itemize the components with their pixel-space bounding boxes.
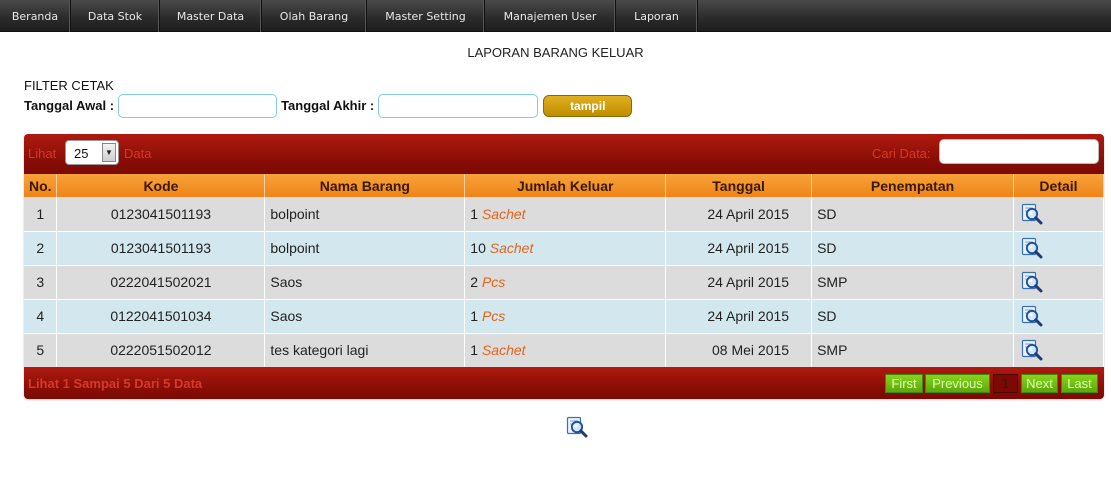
cell-kode: 0222051502012 [56, 333, 266, 368]
nav-item-master-setting[interactable]: Master Setting [367, 0, 485, 32]
cell-tanggal: 24 April 2015 [665, 231, 813, 266]
magnifier-document-icon[interactable] [1020, 305, 1043, 327]
cell-nama-barang: Saos [264, 299, 466, 334]
grid-toolbar: Lihat 25 ▼ Data Cari Data: [24, 134, 1104, 174]
record-info: Lihat 1 Sampai 5 Dari 5 Data [28, 376, 203, 391]
magnifier-document-icon[interactable] [1020, 271, 1043, 293]
qty-unit: Sachet [489, 240, 534, 256]
table-row: 3 0222041502021 Saos 2 Pcs 24 April 2015… [24, 265, 1104, 300]
cell-penempatan: SMP [811, 265, 1014, 300]
cell-nama-barang: bolpoint [264, 231, 466, 266]
column-header-detail: Detail [1013, 174, 1104, 197]
cell-tanggal: 24 April 2015 [665, 197, 813, 232]
nav-item-beranda[interactable]: Beranda [0, 0, 71, 32]
report-grid: Lihat 25 ▼ Data Cari Data: No. Kode Nama… [24, 134, 1104, 399]
cell-no: 4 [24, 299, 58, 334]
qty-value: 2 [470, 274, 479, 290]
page-size-select[interactable]: 25 ▼ [65, 140, 119, 165]
start-date-label: Tanggal Awal : [24, 98, 115, 113]
cell-kode: 0122041501034 [56, 299, 266, 334]
data-table: No. Kode Nama Barang Jumlah Keluar Tangg… [24, 174, 1104, 368]
table-row: 5 0222051502012 tes kategori lagi 1 Sach… [24, 333, 1104, 368]
cell-detail [1013, 231, 1104, 266]
magnifier-document-icon[interactable] [566, 416, 588, 438]
end-date-input[interactable] [378, 93, 539, 118]
magnifier-document-icon[interactable] [1020, 202, 1043, 225]
cell-nama-barang: tes kategori lagi [264, 333, 466, 368]
grid-footer: Lihat 1 Sampai 5 Dari 5 Data First Previ… [24, 367, 1104, 399]
table-row: 4 0122041501034 Saos 1 Pcs 24 April 2015… [24, 299, 1104, 334]
search-label: Cari Data: [872, 146, 931, 161]
cell-detail [1013, 299, 1104, 334]
qty-value: 10 [470, 240, 486, 256]
qty-value: 1 [470, 205, 479, 222]
end-date-label: Tanggal Akhir : [281, 98, 375, 113]
table-header-row: No. Kode Nama Barang Jumlah Keluar Tangg… [24, 174, 1104, 197]
qty-value: 1 [470, 308, 479, 324]
column-header-kode[interactable]: Kode [56, 174, 266, 197]
pagination-last[interactable]: Last [1061, 374, 1098, 393]
page-size-label: Lihat [28, 146, 57, 161]
table-row: 2 0123041501193 bolpoint 10 Sachet 24 Ap… [24, 231, 1104, 266]
table-row: 1 0123041501193 bolpoint 1 Sachet 24 Apr… [24, 197, 1104, 232]
qty-unit: Sachet [481, 205, 526, 222]
qty-unit: Pcs [481, 308, 506, 324]
cell-no: 2 [24, 231, 58, 266]
qty-unit: Pcs [481, 274, 506, 290]
nav-item-olah-barang[interactable]: Olah Barang [262, 0, 367, 32]
filter-heading: FILTER CETAK [24, 78, 114, 93]
column-header-penempatan[interactable]: Penempatan [811, 174, 1014, 197]
cell-jumlah-keluar: 1 Pcs [464, 299, 667, 334]
cell-no: 1 [24, 197, 58, 232]
search-input[interactable] [939, 139, 1099, 164]
nav-item-manajemen-user[interactable]: Manajemen User [485, 0, 616, 32]
cell-detail [1013, 197, 1104, 232]
nav-item-master-data[interactable]: Master Data [160, 0, 262, 32]
cell-penempatan: SD [811, 197, 1014, 232]
pagination-first[interactable]: First [885, 374, 923, 393]
cell-nama-barang: Saos [264, 265, 466, 300]
column-header-nama-barang[interactable]: Nama Barang [264, 174, 466, 197]
page-size-suffix: Data [124, 146, 152, 161]
cell-penempatan: SD [811, 231, 1014, 266]
column-header-jumlah-keluar[interactable]: Jumlah Keluar [464, 174, 667, 197]
column-header-tanggal[interactable]: Tanggal [665, 174, 813, 197]
pagination-current-page[interactable]: 1 [993, 374, 1018, 393]
cell-jumlah-keluar: 1 Sachet [464, 197, 667, 232]
cell-detail [1013, 265, 1104, 300]
cell-kode: 0123041501193 [56, 231, 266, 266]
page-title: LAPORAN BARANG KELUAR [467, 45, 644, 60]
cell-penempatan: SMP [811, 333, 1014, 368]
cell-kode: 0123041501193 [56, 197, 266, 232]
magnifier-document-icon[interactable] [1020, 339, 1043, 361]
page-size-value: 25 [74, 146, 89, 161]
cell-kode: 0222041502021 [56, 265, 266, 300]
cell-tanggal: 24 April 2015 [665, 299, 813, 334]
qty-unit: Sachet [481, 342, 526, 358]
nav-item-data-stok[interactable]: Data Stok [71, 0, 160, 32]
pagination-next[interactable]: Next [1021, 374, 1058, 393]
cell-tanggal: 08 Mei 2015 [665, 333, 813, 368]
triangle-down-icon: ▼ [102, 143, 116, 162]
cell-no: 3 [24, 265, 58, 300]
cell-penempatan: SD [811, 299, 1014, 334]
top-navigation: Beranda Data Stok Master Data Olah Baran… [0, 0, 1111, 32]
filter-row: Tanggal Awal : Tanggal Akhir : tampil [24, 93, 633, 118]
cell-jumlah-keluar: 2 Pcs [464, 265, 667, 300]
cell-detail [1013, 333, 1104, 368]
cell-tanggal: 24 April 2015 [665, 265, 813, 300]
pagination-previous[interactable]: Previous [925, 374, 990, 393]
qty-value: 1 [470, 342, 479, 358]
nav-item-laporan[interactable]: Laporan [616, 0, 698, 32]
cell-nama-barang: bolpoint [264, 197, 466, 232]
start-date-input[interactable] [118, 93, 278, 118]
cell-jumlah-keluar: 10 Sachet [464, 231, 667, 266]
column-header-no[interactable]: No. [24, 174, 58, 197]
show-button[interactable]: tampil [543, 94, 633, 117]
cell-jumlah-keluar: 1 Sachet [464, 333, 667, 368]
magnifier-document-icon[interactable] [1020, 237, 1043, 259]
cell-no: 5 [24, 333, 58, 368]
